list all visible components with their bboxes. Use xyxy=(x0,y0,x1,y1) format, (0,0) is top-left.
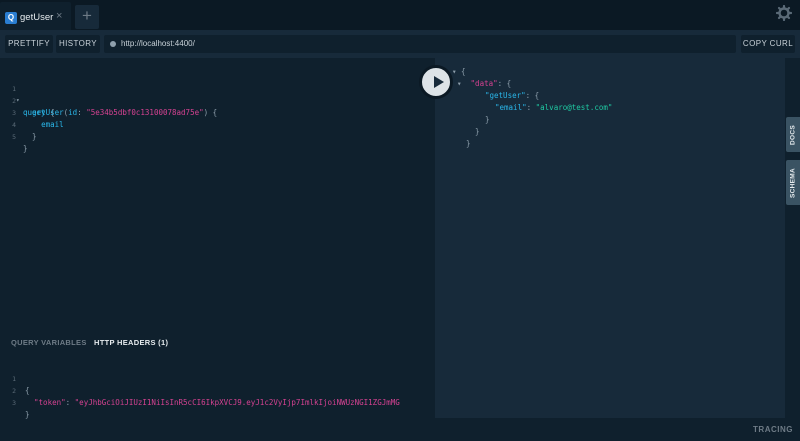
header-token-value: "eyJhbGciOiJIUzI1NiIsInR5cCI6IkpXVCJ9.ey… xyxy=(74,398,400,407)
line-number: 5 xyxy=(12,133,16,141)
schema-tab-label: SCHEMA xyxy=(789,167,797,198)
brace: } xyxy=(32,132,37,141)
tracing-button[interactable]: TRACING xyxy=(753,425,793,434)
editor-line: 2 getUser(id: "5e34b5dbf0c13100078ad75e"… xyxy=(0,83,217,117)
tab-getuser[interactable]: Q getUser × xyxy=(0,2,71,30)
result-line: } xyxy=(485,115,490,124)
editor-line: 3 email xyxy=(0,95,64,129)
result-line: ▾ { xyxy=(452,67,466,76)
editor-line: 1 { xyxy=(0,361,29,395)
copy-curl-button[interactable]: COPY CURL xyxy=(741,35,795,53)
execute-query-button[interactable] xyxy=(419,65,453,99)
result-line: } xyxy=(475,127,480,136)
arg-name: id xyxy=(68,108,78,117)
gear-icon[interactable] xyxy=(775,4,793,22)
result-line: "getUser": { xyxy=(485,91,540,100)
result-line: ▾ "data": { xyxy=(457,79,512,88)
endpoint-url-input[interactable]: http://localhost:4400/ xyxy=(104,35,736,53)
history-button[interactable]: HISTORY xyxy=(56,35,100,53)
arg-value: "5e34b5dbf0c13100078ad75e" xyxy=(86,108,204,117)
prettify-button[interactable]: PRETTIFY xyxy=(5,35,53,53)
editor-line: 1 ▾ query { xyxy=(0,71,55,117)
play-icon xyxy=(434,76,444,88)
tab-label: getUser xyxy=(20,12,54,23)
result-email-value: "alvaro@test.com" xyxy=(535,103,613,112)
schema-tab[interactable]: SCHEMA xyxy=(786,160,800,205)
bottom-bar: TRACING xyxy=(435,418,800,441)
result-line: } xyxy=(466,139,471,148)
query-editor[interactable]: 1 ▾ query { 2 getUser(id: "5e34b5dbf0c13… xyxy=(0,58,435,330)
result-getuser-key: "getUser" xyxy=(485,91,526,100)
query-badge: Q xyxy=(5,12,17,24)
add-tab-button[interactable]: + xyxy=(75,5,99,29)
result-data-key: "data" xyxy=(470,79,498,88)
docs-tab[interactable]: DOCS xyxy=(786,117,800,152)
brace: } xyxy=(23,144,28,153)
result-email-key: "email" xyxy=(495,103,527,112)
header-token-key: "token" xyxy=(34,398,66,407)
tab-http-headers[interactable]: HTTP HEADERS (1) xyxy=(94,338,168,347)
headers-editor[interactable]: 1 { 2 "token": "eyJhbGciOiJIUzI1NiIsInR5… xyxy=(0,358,435,428)
toolbar: PRETTIFY HISTORY http://localhost:4400/ … xyxy=(0,30,800,58)
editor-line: 4 } xyxy=(0,107,36,141)
variables-panel: QUERY VARIABLES HTTP HEADERS (1) 1 { 2 "… xyxy=(0,330,435,441)
docs-tab-label: DOCS xyxy=(789,124,797,145)
status-dot-icon xyxy=(110,41,116,47)
brace: { xyxy=(212,108,218,117)
editor-line: 3 } xyxy=(0,385,29,419)
result-line: "email": "alvaro@test.com" xyxy=(495,103,613,112)
close-icon[interactable]: × xyxy=(56,10,62,22)
endpoint-url-text: http://localhost:4400/ xyxy=(121,39,195,48)
side-tab-rail xyxy=(785,58,800,418)
query-subfield: email xyxy=(41,120,64,129)
variables-tabs: QUERY VARIABLES HTTP HEADERS (1) xyxy=(0,330,435,354)
line-number: 3 xyxy=(12,399,16,407)
editor-line: 5 } xyxy=(0,119,27,153)
tab-bar: Q getUser × + xyxy=(0,0,800,30)
editor-line: 2 "token": "eyJhbGciOiJIUzI1NiIsInR5cCI6… xyxy=(0,373,400,407)
result-pane: ▾ { ▾ "data": { "getUser": { "email": "a… xyxy=(435,58,785,418)
tab-query-variables[interactable]: QUERY VARIABLES xyxy=(11,338,87,347)
query-field: getUser xyxy=(32,108,64,117)
